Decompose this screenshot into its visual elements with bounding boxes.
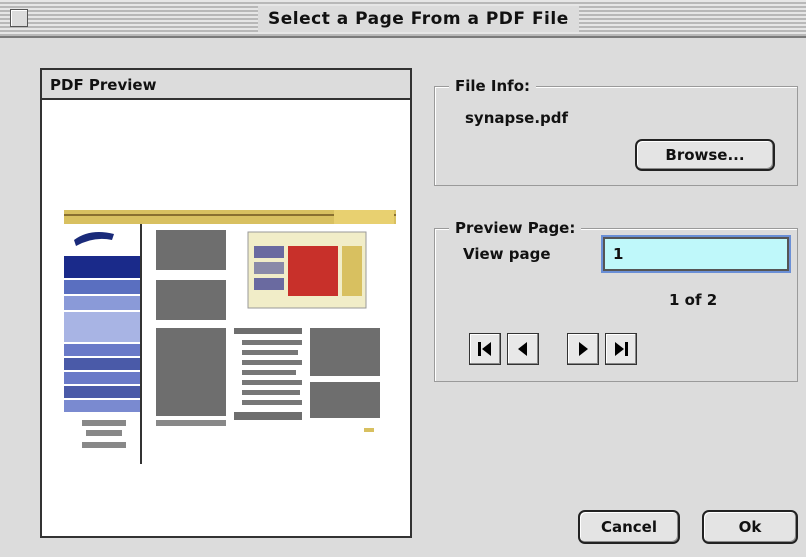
page-thumbnail-image [42, 100, 410, 536]
first-page-icon [478, 342, 491, 356]
first-page-button[interactable] [469, 333, 501, 365]
last-page-button[interactable] [605, 333, 637, 365]
next-page-icon [579, 342, 588, 356]
dialog-body: PDF Preview File Info: synapse.pdf Brows… [6, 42, 800, 552]
title-bar[interactable]: Select a Page From a PDF File [0, 0, 806, 38]
file-name: synapse.pdf [465, 109, 569, 127]
cancel-button[interactable]: Cancel [578, 510, 680, 544]
page-count: 1 of 2 [669, 291, 718, 309]
file-info-title: File Info: [449, 75, 537, 97]
window-title: Select a Page From a PDF File [258, 6, 579, 32]
page-number-input[interactable]: 1 [603, 237, 789, 271]
prev-page-icon [518, 342, 527, 356]
file-info-group: File Info: synapse.pdf Browse... [434, 75, 798, 186]
next-page-button[interactable] [567, 333, 599, 365]
ok-button[interactable]: Ok [702, 510, 798, 544]
browse-button[interactable]: Browse... [635, 139, 775, 171]
pdf-preview-panel: PDF Preview [40, 68, 412, 538]
pdf-preview-header: PDF Preview [42, 70, 410, 100]
preview-page-group: Preview Page: View page 1 1 of 2 [434, 217, 798, 382]
previous-page-button[interactable] [507, 333, 539, 365]
view-page-label: View page [463, 245, 551, 263]
preview-page-title: Preview Page: [449, 217, 582, 239]
close-box[interactable] [10, 9, 28, 27]
last-page-icon [615, 342, 628, 356]
pdf-page-thumbnail [42, 100, 410, 536]
